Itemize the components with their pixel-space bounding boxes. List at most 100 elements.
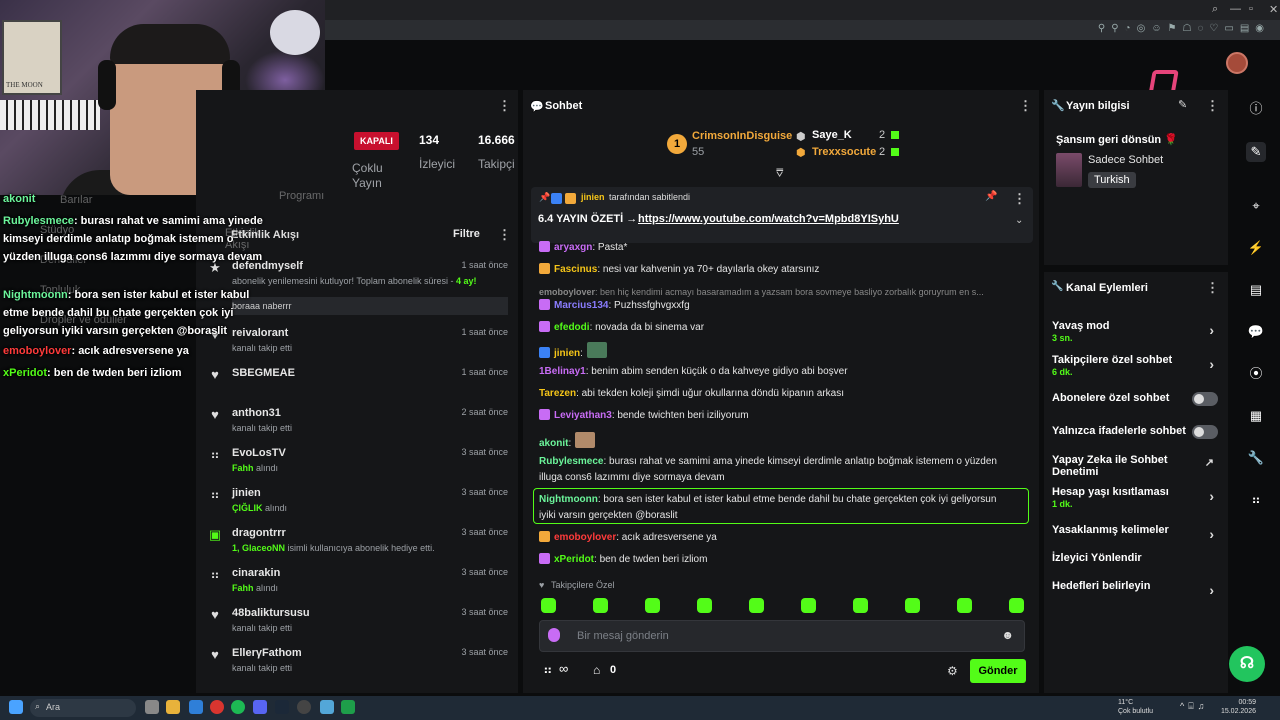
chat-message[interactable]: aryaxgn: Pasta*: [539, 240, 1029, 256]
activity-username[interactable]: cinarakin: [232, 567, 280, 579]
chat-message[interactable]: Marcius134: Puzhssfghvgxxfg: [539, 298, 1029, 314]
steam-icon[interactable]: [275, 700, 289, 714]
help-button[interactable]: ☊: [1229, 646, 1265, 682]
activity-username[interactable]: anthon31: [232, 407, 281, 419]
message-input-box[interactable]: Bir mesaj gönderin ☻: [539, 620, 1025, 652]
chat-username[interactable]: Fascinus: [554, 264, 597, 275]
explorer-icon[interactable]: [166, 700, 180, 714]
external-link-icon[interactable]: ↗: [1205, 456, 1214, 469]
channel-action-item[interactable]: Yalnızca ifadelerle sohbet: [1052, 425, 1220, 439]
channel-action-item[interactable]: Yasaklanmış kelimeler ›: [1052, 524, 1220, 542]
channel-action-item[interactable]: Abonelere özel sohbet: [1052, 392, 1220, 406]
edge-icon[interactable]: [189, 700, 203, 714]
chat-username[interactable]: akonit: [539, 438, 568, 449]
chevron-right-icon[interactable]: ›: [1209, 488, 1214, 504]
chat-message[interactable]: 1Belinay1: benim abim senden küçük o da …: [539, 364, 1029, 380]
chat-message[interactable]: jinien:: [539, 342, 1029, 362]
pinned-kebab-icon[interactable]: ⋮: [1013, 191, 1026, 207]
activity-username[interactable]: EvoLosTV: [232, 447, 286, 459]
activity-item[interactable]: ♥ 48baliktursusu 3 saat önce kanalı takip e…: [196, 603, 518, 643]
gear-icon[interactable]: ⚙: [947, 664, 958, 678]
close-button[interactable]: ✕: [1269, 3, 1278, 16]
chevron-right-icon[interactable]: ›: [1209, 356, 1214, 372]
emote-button[interactable]: [697, 598, 712, 613]
chevron-right-icon[interactable]: ›: [1209, 582, 1214, 598]
windows-start-icon[interactable]: [9, 700, 23, 714]
stats-kebab-icon[interactable]: ⋮: [498, 98, 511, 114]
opera-icon[interactable]: [210, 700, 224, 714]
toggle-switch[interactable]: [1192, 392, 1218, 406]
chat-icon[interactable]: 💬: [1246, 322, 1266, 342]
activity-item[interactable]: ♥ EllerγFathom 3 saat önce kanalı takip ett…: [196, 643, 518, 683]
chat-username[interactable]: Nightmoonn: [539, 494, 598, 505]
chat-username[interactable]: aryaxgn: [554, 242, 592, 253]
chat-message[interactable]: xPeridot: ben de twden beri izliom: [539, 552, 1029, 568]
category-name[interactable]: Sadece Sohbet: [1088, 154, 1163, 166]
unpin-icon[interactable]: 📌: [985, 191, 997, 202]
chat-message[interactable]: efedodi: novada da bi sinema var: [539, 320, 1029, 336]
activity-item[interactable]: ⠶ jinien 3 saat önce ÇIĞLIK alındı: [196, 483, 518, 523]
wrench-tool-icon[interactable]: 🔧: [1246, 448, 1266, 468]
taskbar-search[interactable]: ⌕ Ara: [30, 699, 136, 717]
chat-username[interactable]: emoboylover: [539, 287, 595, 297]
chat-username[interactable]: Marcius134: [554, 300, 608, 311]
channel-action-item[interactable]: Yapay Zeka ile Sohbet Denetimi ↗: [1052, 454, 1220, 478]
emote-button[interactable]: [749, 598, 764, 613]
chat-username[interactable]: emoboylover: [554, 532, 616, 543]
category-thumbnail[interactable]: [1056, 153, 1082, 187]
emote-button[interactable]: [645, 598, 660, 613]
leader-2-name[interactable]: Saye_K: [812, 129, 852, 141]
emote-button[interactable]: [957, 598, 972, 613]
channel-action-item[interactable]: Yavaş mod 3 sn. ›: [1052, 320, 1220, 343]
emote-button[interactable]: [905, 598, 920, 613]
leader-3-name[interactable]: Trexxsocute: [812, 146, 876, 158]
kicks-icon[interactable]: ⠶: [543, 662, 553, 678]
info-icon[interactable]: ⓘ: [1246, 99, 1266, 119]
obs-icon[interactable]: [297, 700, 311, 714]
chat-message[interactable]: Fascinus: nesi var kahvenin ya 70+ dayıl…: [539, 262, 1029, 278]
chevron-right-icon[interactable]: ›: [1209, 526, 1214, 542]
channel-action-item[interactable]: Hedefleri belirleyin ›: [1052, 580, 1220, 598]
minimize-button[interactable]: —: [1230, 3, 1241, 15]
stream-info-kebab-icon[interactable]: ⋮: [1206, 98, 1219, 114]
document-icon[interactable]: ▤: [1246, 280, 1266, 300]
pinned-message[interactable]: 📌 jinien tarafından sabitlendi 📌 ⋮ 6.4 Y…: [531, 187, 1033, 243]
weather-widget[interactable]: 11°C Çok bulutlu: [1118, 698, 1153, 716]
search-icon[interactable]: ⌕: [1212, 3, 1218, 16]
collapse-icon[interactable]: ⩢: [776, 166, 783, 181]
chat-message[interactable]: illuga cons6 lazımmı diye sormaya devam: [539, 470, 1029, 486]
chat-username[interactable]: 1Belinay1: [539, 366, 586, 377]
chat-message[interactable]: emoboylover: acık adresversene ya: [539, 530, 1029, 546]
taskbar-clock[interactable]: 00:59 15.02.2026: [1221, 698, 1256, 716]
activity-item[interactable]: ⠶ cinarakin 3 saat önce Fahh alındı: [196, 563, 518, 603]
emote-button[interactable]: [1009, 598, 1024, 613]
shop-icon[interactable]: ⌂: [593, 663, 600, 677]
activity-item[interactable]: ▣ dragontrrr 3 saat önce 1, GlaceoNN isimli…: [196, 523, 518, 563]
activity-kebab-icon[interactable]: ⋮: [498, 227, 511, 243]
lightning-icon[interactable]: ⚡: [1246, 238, 1266, 258]
chevron-right-icon[interactable]: ›: [1209, 322, 1214, 338]
layout-icon[interactable]: ▦: [1246, 406, 1266, 426]
filter-button[interactable]: Filtre: [453, 228, 480, 240]
chat-message[interactable]: akonit:: [539, 432, 1029, 452]
send-button[interactable]: Gönder: [970, 659, 1026, 683]
pencil-icon[interactable]: ✎: [1246, 142, 1266, 162]
target-icon[interactable]: ⌖: [1246, 196, 1266, 216]
chat-username[interactable]: Rubylesmece: [539, 456, 603, 467]
emote-button[interactable]: [541, 598, 556, 613]
chat-message[interactable]: iyiki varsın gerçekten @boraslit: [539, 508, 1029, 524]
maximize-button[interactable]: ▫: [1249, 3, 1253, 15]
extension-icons[interactable]: ⚲⚲◔◎☺⚑☖◌♡▭▤◉: [1098, 23, 1270, 34]
chat-message[interactable]: Tarezen: abi tekden koleji şimdi uğur ok…: [539, 386, 1029, 402]
chat-message[interactable]: Nightmoonn: bora sen ister kabul et iste…: [539, 492, 1029, 508]
activity-username[interactable]: EllerγFathom: [232, 647, 302, 659]
chat-kebab-icon[interactable]: ⋮: [1019, 98, 1032, 114]
taskview-icon[interactable]: [145, 700, 159, 714]
chat-username[interactable]: jinien: [554, 348, 580, 359]
discord-icon[interactable]: [253, 700, 267, 714]
leader-1-name[interactable]: CrimsonInDisguise: [692, 130, 792, 142]
tray-icons[interactable]: ^⌸♫: [1180, 701, 1208, 712]
channel-actions-kebab-icon[interactable]: ⋮: [1206, 280, 1219, 296]
chat-username[interactable]: Leviyathan3: [554, 410, 612, 421]
emoji-icon[interactable]: ☻: [1001, 628, 1014, 642]
